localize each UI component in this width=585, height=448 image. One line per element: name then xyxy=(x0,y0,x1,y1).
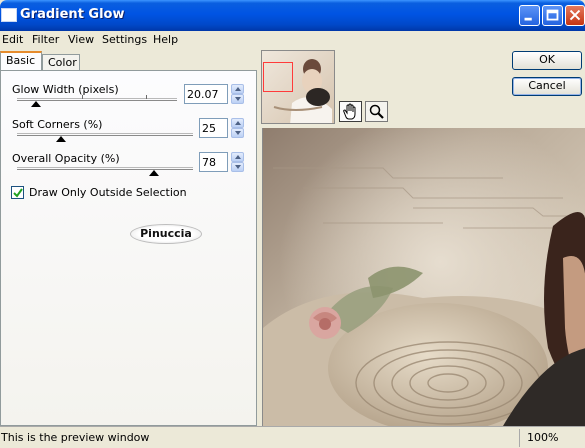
overall-opacity-slider-thumb[interactable] xyxy=(149,170,160,176)
close-icon xyxy=(569,9,581,21)
draw-outside-label[interactable]: Draw Only Outside Selection xyxy=(29,186,187,199)
spin-down-icon[interactable] xyxy=(231,162,244,172)
status-bar: This is the preview window 100% xyxy=(0,426,585,448)
overall-opacity-slider[interactable] xyxy=(17,167,193,170)
checkmark-icon xyxy=(13,188,23,198)
spin-down-icon[interactable] xyxy=(231,128,244,138)
menu-help[interactable]: Help xyxy=(153,33,178,46)
menu-bar: Edit Filter View Settings Help xyxy=(0,31,585,49)
glow-width-slider-thumb[interactable] xyxy=(31,101,42,107)
glow-width-spinner[interactable] xyxy=(231,84,244,104)
zoom-tool-button[interactable] xyxy=(365,101,388,122)
spin-up-icon[interactable] xyxy=(231,152,244,162)
tab-color[interactable]: Color xyxy=(42,54,80,71)
soft-corners-label: Soft Corners (%) xyxy=(12,118,103,131)
menu-edit[interactable]: Edit xyxy=(2,33,23,46)
maximize-button[interactable] xyxy=(542,5,563,26)
minimize-icon xyxy=(524,17,532,21)
menu-view[interactable]: View xyxy=(68,33,94,46)
glow-width-label: Glow Width (pixels) xyxy=(12,83,119,96)
soft-corners-spinner[interactable] xyxy=(231,118,244,138)
status-divider xyxy=(519,429,520,447)
pinuccia-logo: Pinuccia xyxy=(130,224,202,244)
overall-opacity-spinner[interactable] xyxy=(231,152,244,172)
menu-settings[interactable]: Settings xyxy=(102,33,147,46)
title-bar: Gradient Glow xyxy=(0,0,585,31)
hand-tool-button[interactable] xyxy=(339,101,362,122)
glow-width-field[interactable]: 20.07 xyxy=(184,84,228,104)
menu-filter[interactable]: Filter xyxy=(32,33,59,46)
soft-corners-slider[interactable] xyxy=(17,133,193,136)
slider-tick xyxy=(82,95,83,99)
overall-opacity-field[interactable]: 78 xyxy=(199,152,228,172)
soft-corners-slider-thumb[interactable] xyxy=(56,136,66,142)
ok-button[interactable]: OK xyxy=(512,51,582,70)
minimize-button[interactable] xyxy=(519,5,540,26)
basic-panel: Glow Width (pixels) 20.07 Soft Corners (… xyxy=(0,70,257,426)
preview-window[interactable] xyxy=(262,128,585,426)
tab-basic[interactable]: Basic xyxy=(0,51,42,71)
hand-icon xyxy=(343,103,356,120)
window-icon xyxy=(1,8,17,22)
window-title: Gradient Glow xyxy=(20,7,125,22)
magnifier-icon xyxy=(369,104,384,119)
cancel-button[interactable]: Cancel xyxy=(512,77,582,96)
spin-up-icon[interactable] xyxy=(231,118,244,128)
maximize-icon xyxy=(546,9,559,21)
soft-corners-field[interactable]: 25 xyxy=(199,118,228,138)
thumbnail-selection-rect[interactable] xyxy=(263,62,293,92)
spin-down-icon[interactable] xyxy=(231,94,244,104)
draw-outside-checkbox[interactable] xyxy=(11,186,24,199)
overall-opacity-label: Overall Opacity (%) xyxy=(12,152,120,165)
zoom-level: 100% xyxy=(527,431,559,444)
status-message: This is the preview window xyxy=(1,431,150,444)
slider-tick xyxy=(146,95,147,99)
spin-up-icon[interactable] xyxy=(231,84,244,94)
close-button[interactable] xyxy=(565,5,585,26)
preview-image xyxy=(263,128,585,426)
